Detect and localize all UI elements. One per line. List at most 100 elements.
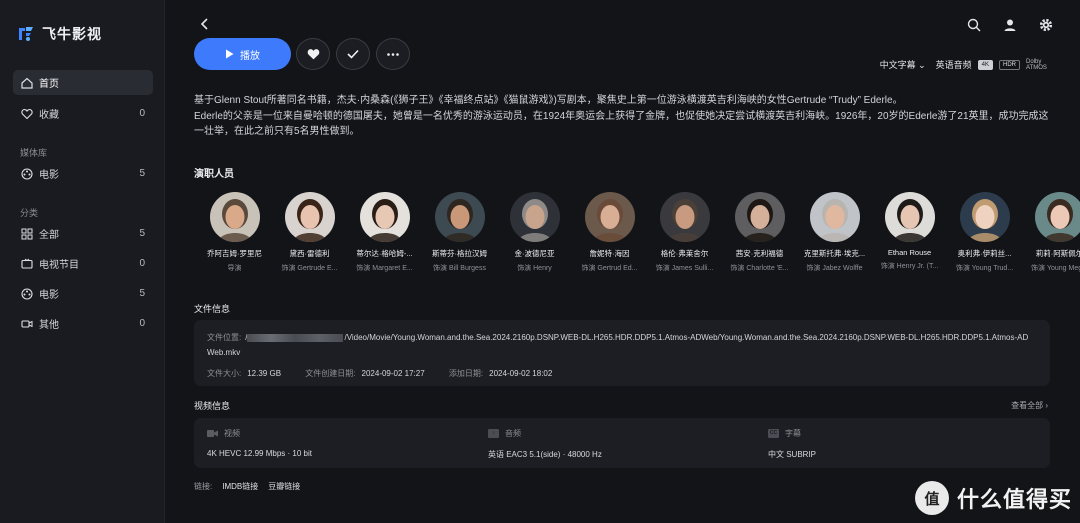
badge-hdr: HDR [999, 59, 1020, 70]
section-label-category: 分类 [20, 208, 39, 218]
file-path[interactable]: 文件位置: //Video/Movie/Young.Woman.and.the.S… [207, 330, 1037, 360]
cast-role: 饰演 Bill Burgess [433, 265, 486, 272]
douban-link[interactable]: 豆瓣链接 [268, 481, 300, 492]
sidebar-item-home[interactable]: 首页 [13, 70, 153, 95]
more-button[interactable] [376, 38, 410, 70]
sidebar: 飞牛影视 首页 收藏 0 媒体库 电影 5 分类 全部 5 电视节目 0 电影 … [0, 0, 165, 523]
video-camera-icon [207, 430, 218, 437]
sidebar-item-count: 5 [139, 168, 145, 179]
file-added-label: 添加日期: [448, 369, 484, 378]
cast-name: 詹妮特·海因 [589, 249, 630, 258]
cast-item[interactable]: 乔阿吉姆·罗里尼 导演 [197, 192, 272, 273]
video-info-title: 视频信息 [194, 401, 231, 411]
fnos-logo-icon [19, 27, 33, 41]
cast-item[interactable]: 黛西·雷德利 饰演 Gertrude E... [272, 192, 347, 273]
cast-item[interactable]: 莉莉·阿斯佩尔饰演 Young Meg... [1022, 192, 1080, 273]
cast-item[interactable]: 克里斯托弗·埃克... 饰演 Jabez Wolffe [797, 192, 872, 273]
play-button[interactable]: 播放 [194, 38, 291, 70]
subtitle-stream-label: 字幕 [785, 429, 801, 438]
sidebar-item-other[interactable]: 其他 0 [13, 311, 153, 336]
cast-role: 饰演 Margaret E... [356, 265, 413, 272]
app-name: 飞牛影视 [42, 26, 102, 42]
video-stream: 视频 4K HEVC 12.99 Mbps · 10 bit [207, 428, 312, 458]
cast-item[interactable]: 格伦·弗莱舍尔 饰演 James Sulli... [647, 192, 722, 273]
video-icon [21, 319, 33, 328]
top-toolbar [966, 17, 1054, 33]
favorite-button[interactable] [296, 38, 330, 70]
user-icon[interactable] [1002, 17, 1018, 33]
audio-label: 音频 [505, 429, 521, 438]
watermark: 值 什么值得买 [914, 481, 1072, 515]
cast-avatar [209, 192, 260, 242]
sidebar-item-label: 收藏 [39, 110, 59, 121]
file-info-card: 文件位置: //Video/Movie/Young.Woman.and.the.S… [194, 320, 1050, 386]
search-icon[interactable] [966, 17, 982, 33]
sidebar-item-all[interactable]: 全部 5 [13, 221, 153, 246]
sidebar-item-favorites[interactable]: 收藏 0 [13, 101, 153, 126]
view-all-label: 查看全部 [1011, 401, 1044, 410]
cast-role: 饰演 Charlotte 'E... [730, 265, 789, 272]
cast-avatar [284, 192, 335, 242]
sidebar-item-label: 全部 [39, 230, 59, 241]
chevron-left-icon [200, 18, 208, 30]
cast-role: 饰演 Young Meg... [1031, 265, 1080, 272]
cast-item[interactable]: 詹妮特·海因 饰演 Gertrud Ed... [572, 192, 647, 273]
sidebar-item-count: 0 [139, 108, 145, 119]
gear-icon[interactable] [1038, 17, 1054, 33]
file-info-title: 文件信息 [194, 304, 231, 314]
file-path-label: 文件位置: [207, 333, 242, 342]
section-label-library: 媒体库 [20, 148, 48, 158]
cast-list: 乔阿吉姆·罗里尼 导演 黛西·雷德利 饰演 Gertrude E... 蒂尔达·格哈姆-… [197, 192, 1080, 273]
sidebar-item-label: 首页 [39, 79, 59, 90]
cast-name: 茜安·克利福德 [735, 249, 784, 258]
heart-icon [21, 108, 33, 119]
subtitle-selector[interactable]: 中文字幕 ⌄ [880, 58, 926, 71]
cast-item[interactable]: 茜安·克利福德 饰演 Charlotte 'E... [722, 192, 797, 273]
cast-avatar [809, 192, 860, 242]
app-logo[interactable]: 飞牛影视 [16, 24, 102, 44]
imdb-link[interactable]: IMDB链接 [222, 481, 258, 492]
cast-name: 奥利弗·伊莉丝... [957, 249, 1012, 258]
cast-role: 饰演 Young Trud... [955, 265, 1014, 272]
sidebar-item-count: 0 [139, 318, 145, 329]
cast-name: 格伦·弗莱舍尔 [660, 249, 709, 258]
view-all-link[interactable]: 查看全部 › [1011, 400, 1048, 411]
cast-item[interactable]: Ethan Rouse 饰演 Henry Jr. (T... [872, 192, 947, 273]
home-icon [21, 77, 33, 89]
heart-icon [307, 49, 319, 60]
cast-avatar [434, 192, 485, 242]
sidebar-item-movies[interactable]: 电影 5 [13, 281, 153, 306]
cast-name: 莉莉·阿斯佩尔 [1035, 249, 1080, 258]
subtitle-label: 中文字幕 [879, 60, 916, 70]
cast-item[interactable]: 奥利弗·伊莉丝... 饰演 Young Trud... [947, 192, 1022, 273]
media-meta: 中文字幕 ⌄ 英语音频 4K HDR Dolby ATMOS [880, 58, 1052, 71]
sidebar-item-tv[interactable]: 电视节目 0 [13, 251, 153, 276]
cast-item[interactable]: 金·波德尼亚 饰演 Henry [497, 192, 572, 273]
cast-avatar [359, 192, 410, 242]
file-size: 12.39 GB [247, 369, 282, 378]
links-label: 链接: [194, 482, 213, 491]
cast-role: 饰演 Henry [517, 265, 552, 272]
cast-name: 黛西·雷德利 [289, 249, 330, 258]
cast-item[interactable]: 蒂尔达·格哈姆-... 饰演 Margaret E... [347, 192, 422, 273]
cast-avatar [959, 192, 1010, 242]
cast-item[interactable]: 斯蒂芬·格拉汉姆 饰演 Bill Burgess [422, 192, 497, 273]
sidebar-item-label: 电影 [39, 170, 59, 181]
cast-avatar [584, 192, 635, 242]
file-stats: 文件大小: 12.39 GB 文件创建日期: 2024-09-02 17:27 添加… [207, 366, 1037, 381]
redacted-block [247, 333, 344, 342]
mark-watched-button[interactable] [336, 38, 370, 70]
sidebar-item-count: 0 [139, 258, 145, 269]
play-label: 播放 [240, 50, 260, 62]
file-size-label: 文件大小: [207, 369, 242, 378]
cast-name: 蒂尔达·格哈姆-... [356, 249, 413, 258]
film-reel-icon [21, 287, 33, 300]
back-button[interactable] [196, 17, 214, 35]
sidebar-item-library-movies[interactable]: 电影 5 [13, 161, 153, 186]
film-reel-icon [21, 167, 33, 180]
subtitle-value: 中文 SUBRIP [768, 450, 817, 459]
closed-caption-icon: CC [768, 429, 779, 438]
sidebar-item-label: 其他 [39, 320, 59, 331]
more-icon [387, 52, 399, 56]
chevron-down-icon: ⌄ [918, 60, 926, 70]
